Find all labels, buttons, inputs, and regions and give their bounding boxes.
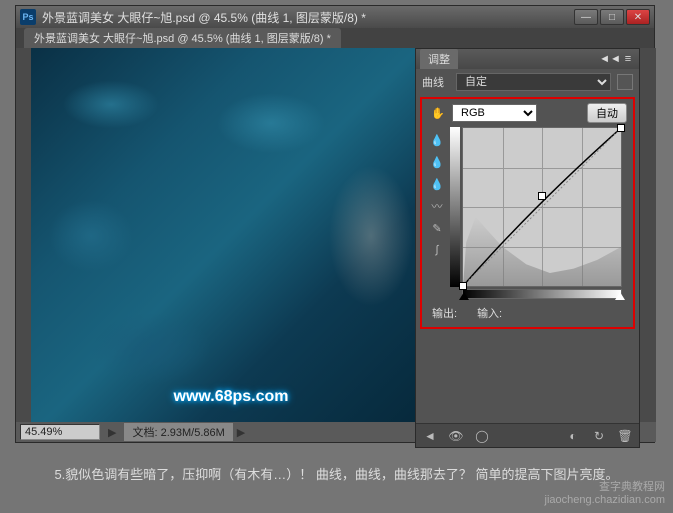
eyedropper-black-icon[interactable]: 💧: [428, 131, 446, 149]
doc-size-info: 文档: 2.93M/5.86M: [124, 423, 232, 441]
document-tab[interactable]: 外景蓝调美女 大眼仔~旭.psd @ 45.5% (曲线 1, 图层蒙版/8) …: [24, 28, 341, 48]
eyedropper-gray-icon[interactable]: 💧: [428, 153, 446, 171]
visibility-toggle-icon[interactable]: 👁: [448, 428, 464, 444]
site-watermark: 查字典教程网 jiaocheng.chazidian.com: [545, 481, 665, 507]
adjustments-tab[interactable]: 调整: [420, 49, 458, 69]
curve-point-mid[interactable]: [538, 192, 546, 200]
auto-button[interactable]: 自动: [587, 103, 627, 123]
delete-icon[interactable]: 🗑: [617, 428, 633, 444]
curve-point-highlight[interactable]: [617, 124, 625, 132]
channel-row: ✋ RGB 自动: [424, 101, 631, 125]
curves-label: 曲线: [422, 74, 450, 90]
info-arrow-icon[interactable]: ▶: [237, 426, 245, 439]
target-adjust-icon[interactable]: ✋: [428, 107, 448, 120]
scroll-right-icon[interactable]: ▶: [108, 426, 116, 439]
preset-select[interactable]: 自定: [456, 73, 611, 91]
output-input-row: 输出: 输入:: [424, 301, 631, 325]
site-url: jiaocheng.chazidian.com: [545, 494, 665, 507]
site-name: 查字典教程网: [545, 481, 665, 494]
photo-content: www.68ps.com: [31, 48, 431, 424]
panel-header-controls: ◄◄ ≡: [603, 52, 635, 66]
preset-row: 曲线 自定: [416, 69, 639, 95]
minimize-button[interactable]: —: [574, 9, 598, 25]
preset-menu-button[interactable]: [617, 74, 633, 90]
smooth-tool-icon[interactable]: ∫: [428, 241, 446, 259]
photo-foliage: [31, 48, 431, 424]
adjustments-panel: 调整 ◄◄ ≡ 曲线 自定 ✋ RGB 自动 💧 💧 💧 〰: [415, 48, 640, 448]
clip-layer-icon[interactable]: ◐: [565, 428, 581, 444]
eyedropper-white-icon[interactable]: 💧: [428, 175, 446, 193]
view-previous-icon[interactable]: ◯: [474, 428, 490, 444]
doc-label: 文档:: [132, 427, 157, 439]
highlighted-curves-area: ✋ RGB 自动 💧 💧 💧 〰 ✎ ∫: [420, 97, 635, 329]
curve-tools-column: 💧 💧 💧 〰 ✎ ∫: [428, 127, 450, 299]
output-label: 输出:: [432, 305, 457, 321]
curve-tool-icon[interactable]: 〰: [428, 197, 446, 215]
curve-grid[interactable]: [462, 127, 622, 287]
panel-menu-icon[interactable]: ≡: [621, 52, 635, 66]
input-label: 输入:: [477, 305, 502, 321]
doc-size-value: 2.93M/5.86M: [161, 427, 225, 439]
input-gradient: [462, 289, 622, 299]
app-icon: Ps: [20, 9, 36, 25]
document-tabbar: 外景蓝调美女 大眼仔~旭.psd @ 45.5% (曲线 1, 图层蒙版/8) …: [16, 28, 654, 48]
window-controls: — □ ✕: [574, 9, 650, 25]
pencil-tool-icon[interactable]: ✎: [428, 219, 446, 237]
back-icon[interactable]: ◄: [422, 428, 438, 444]
curve-editor-area: 💧 💧 💧 〰 ✎ ∫: [424, 125, 631, 301]
curve-box: [450, 127, 627, 299]
panel-footer: ◄ 👁 ◯ ◐ ↻ 🗑: [416, 423, 639, 447]
close-button[interactable]: ✕: [626, 9, 650, 25]
collapse-icon[interactable]: ◄◄: [603, 52, 617, 66]
channel-select[interactable]: RGB: [452, 104, 537, 122]
white-point-slider[interactable]: [615, 292, 625, 300]
panel-header: 调整 ◄◄ ≡: [416, 49, 639, 69]
curve-point-shadow[interactable]: [459, 282, 467, 290]
reset-icon[interactable]: ↻: [591, 428, 607, 444]
curve-line: [463, 128, 621, 286]
maximize-button[interactable]: □: [600, 9, 624, 25]
black-point-slider[interactable]: [459, 292, 469, 300]
zoom-input[interactable]: 45.49%: [20, 424, 100, 440]
image-viewport[interactable]: www.68ps.com: [31, 48, 431, 424]
titlebar: Ps 外景蓝调美女 大眼仔~旭.psd @ 45.5% (曲线 1, 图层蒙版/…: [16, 6, 654, 28]
output-gradient: [450, 127, 460, 287]
window-title: 外景蓝调美女 大眼仔~旭.psd @ 45.5% (曲线 1, 图层蒙版/8) …: [42, 9, 574, 26]
image-watermark: www.68ps.com: [174, 388, 289, 406]
